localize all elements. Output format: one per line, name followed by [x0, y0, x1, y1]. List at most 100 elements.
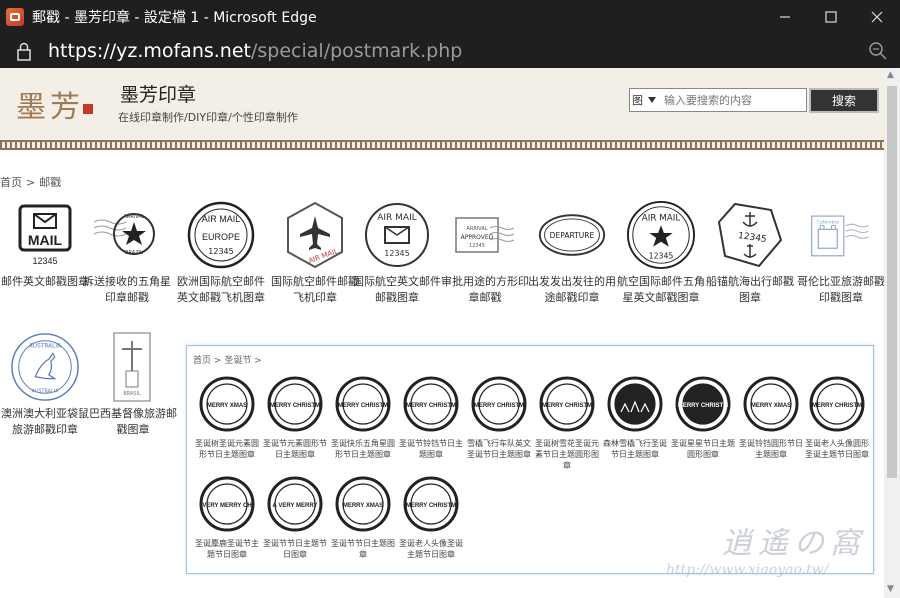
christmas-stamp-card[interactable]: MERRY XMAS 圣诞铃铛圆形节日主题图章	[739, 376, 803, 460]
decorative-border	[0, 140, 884, 150]
stamp-card[interactable]: 12345 船锚航海出行邮戳图章	[705, 200, 795, 306]
card-label: 圣诞星星节日主题圆形图章	[671, 439, 735, 459]
close-button[interactable]	[854, 0, 900, 34]
stamp-text: A VERY MERRY	[273, 503, 318, 509]
stamp-card[interactable]: AIR MAIL EUROPE 12345 欧洲国际航空邮件英文邮戳飞机图章	[176, 200, 266, 306]
stamp-card[interactable]: AIR MAIL 国际航空邮件邮戳飞机印章	[270, 200, 360, 306]
app-icon	[6, 8, 24, 26]
christmas-stamp-icon: MERRY XMAS	[743, 376, 799, 432]
scroll-up-icon[interactable]: ▲	[887, 70, 894, 80]
christmas-stamp-card[interactable]: MERRY XMAS 圣诞节节日主题图章	[331, 476, 395, 560]
minimize-button[interactable]	[762, 0, 808, 34]
christmas-stamp-card[interactable]: MERRY CHRISTM 圣诞节铃铛节日主题图章	[399, 376, 463, 460]
christmas-stamp-card[interactable]: MERRY CHRISTM 圣诞老人头像圆形圣诞主题节日图章	[805, 376, 869, 460]
address-bar[interactable]: https://yz.mofans.net/special/postmark.p…	[0, 34, 900, 68]
svg-text:BRASIL: BRASIL	[123, 391, 141, 397]
chevron-down-icon	[648, 97, 656, 103]
svg-text:AIR MAIL: AIR MAIL	[377, 213, 417, 223]
watermark: 逍遙の窩 http://www.xiaoyao.tw/	[666, 518, 866, 578]
stamp-card[interactable]: MAIL 12345 邮件英文邮戳图章	[0, 200, 90, 290]
stamp-text: MERRY XMAS	[751, 403, 791, 409]
maximize-icon	[825, 11, 837, 23]
card-label: 圣诞铃铛圆形节日主题图章	[739, 439, 803, 459]
watermark-title: 逍遙の窩	[722, 526, 866, 561]
search-button[interactable]: 搜索	[809, 88, 879, 113]
christmas-stamp-card[interactable]: MERRY CHRISTM 圣诞星星节日主题圆形图章	[671, 376, 735, 460]
svg-text:Colombia: Colombia	[817, 220, 839, 226]
card-label: 圣诞节铃铛节日主题图章	[399, 439, 463, 459]
stamp-text: VERY MERRY CH	[202, 503, 251, 509]
card-label: 航空国际邮件五角星英文邮戳图章	[617, 275, 705, 304]
stamp-card[interactable]: ARRIVAL BRAZIL 拆送接收的五角星印章邮戳	[82, 200, 172, 306]
christmas-stamp-card[interactable]: MERRY CHRISTM 圣诞节元素圆形节日主题图章	[263, 376, 327, 460]
svg-text:ARRIVAL: ARRIVAL	[466, 226, 487, 232]
breadcrumb: 首页 > 邮戳	[0, 174, 65, 190]
popup-breadcrumb: 首页 > 圣诞节 >	[193, 353, 262, 366]
christmas-stamp-icon: MERRY CHRISTM	[403, 376, 459, 432]
stamp-text: MERRY CHRISTM	[338, 403, 388, 409]
stamp-text: MERRY CHRISTM	[406, 403, 456, 409]
card-label: 雪橇飞行车队英文圣诞节日主题图章	[467, 439, 531, 459]
card-label: 圣诞节节日主题图章	[331, 539, 395, 559]
breadcrumb-current[interactable]: 邮戳	[39, 176, 61, 189]
zoom-icon[interactable]	[868, 41, 888, 61]
popup-breadcrumb-current[interactable]: 圣诞节	[224, 356, 251, 366]
christmas-stamp-card[interactable]: A VERY MERRY 圣诞节节日主题节日图章	[263, 476, 327, 560]
stamp-card[interactable]: AIR MAIL 12345 国际航空英文邮件邮戳图章	[352, 200, 442, 306]
site-subtitle: 在线印章制作/DIY印章/个性印章制作	[118, 111, 298, 124]
window-titlebar: 郵戳 - 墨芳印章 - 設定檔 1 - Microsoft Edge	[0, 0, 900, 34]
close-icon	[871, 11, 883, 23]
svg-text:BRAZIL: BRAZIL	[125, 250, 143, 256]
site-logo[interactable]: 墨芳	[16, 82, 84, 126]
scroll-down-icon[interactable]: ▼	[887, 584, 894, 594]
card-label: 圣诞树圣诞元素圆形节日主题图章	[195, 439, 259, 459]
christmas-stamp-icon: MERRY XMAS	[335, 476, 391, 532]
airmail-envelope-stamp-icon: AIR MAIL 12345	[362, 200, 432, 270]
stamp-card[interactable]: DEPARTURE 出发发出发往的用途邮戳印章	[527, 200, 617, 306]
popup-breadcrumb-separator: >	[213, 356, 222, 366]
stamp-text: MERRY CHRISTM	[542, 403, 592, 409]
christmas-stamp-icon	[607, 376, 663, 432]
stamp-card[interactable]: Colombia 哥伦比亚旅游邮戳印戳图章	[796, 200, 884, 306]
stamp-card[interactable]: AIR MAIL 12345 航空国际邮件五角星英文邮戳图章	[616, 200, 706, 306]
url-path: /special/postmark.php	[251, 40, 463, 62]
card-label: 审批用途的方形印章邮戳	[441, 275, 529, 304]
svg-text:DEPARTURE: DEPARTURE	[550, 231, 595, 240]
stamp-card[interactable]: AUSTRALIA AUSTRALIA 澳洲澳大利亚袋鼠旅游邮戳印章	[0, 332, 90, 438]
card-label: 澳洲澳大利亚袋鼠旅游邮戳印章	[1, 407, 89, 436]
stamp-card[interactable]: BRASIL 巴西基督像旅游邮戳图章	[88, 332, 178, 438]
card-label: 巴西基督像旅游邮戳图章	[89, 407, 177, 436]
logo-seal-icon	[83, 104, 93, 114]
anchor-stamp-icon: 12345	[715, 200, 785, 270]
search-input[interactable]	[664, 91, 804, 109]
vertical-scrollbar[interactable]: ▲ ▼	[884, 68, 900, 598]
popup-breadcrumb-home[interactable]: 首页	[193, 356, 211, 366]
christmas-stamp-card[interactable]: 森林雪橇飞行圣诞节日主题图章	[603, 376, 667, 460]
svg-text:AUSTRALIA: AUSTRALIA	[29, 344, 61, 350]
search-type-select[interactable]: 图	[632, 92, 646, 108]
scrollbar-thumb[interactable]	[887, 86, 897, 478]
christmas-stamp-card[interactable]: MERRY CHRISTM 圣诞快乐五角星圆形节日主题图章	[331, 376, 395, 460]
christmas-stamp-card[interactable]: MERRY XMAS 圣诞树圣诞元素圆形节日主题图章	[195, 376, 259, 460]
svg-text:12345: 12345	[32, 256, 57, 266]
brazil-stamp-icon: BRASIL	[98, 332, 168, 402]
card-label: 圣诞老人头像圆形圣诞主题节日图章	[805, 439, 869, 459]
christmas-stamp-card[interactable]: MERRY CHRISTM 圣诞树雪花圣诞元素节日主题圆形图章	[535, 376, 599, 471]
card-label: 邮件英文邮戳图章	[1, 275, 89, 288]
stamp-card[interactable]: ARRIVAL APPROVED 12345 审批用途的方形印章邮戳	[440, 200, 530, 306]
approved-stamp-icon: ARRIVAL APPROVED 12345	[450, 200, 520, 270]
maximize-button[interactable]	[808, 0, 854, 34]
card-label: 船锚航海出行邮戳图章	[706, 275, 794, 304]
card-label: 欧洲国际航空邮件英文邮戳飞机图章	[177, 275, 265, 304]
christmas-stamp-card[interactable]: VERY MERRY CH 圣诞麋鹿圣诞节主题节日图章	[195, 476, 259, 560]
svg-text:12345: 12345	[737, 231, 767, 245]
breadcrumb-home[interactable]: 首页	[0, 176, 22, 189]
christmas-stamp-card[interactable]: MERRY CHRISTM 圣诞老人头像圣诞主题节日图章	[399, 476, 463, 560]
christmas-stamp-icon: MERRY CHRISTM	[403, 476, 459, 532]
card-label: 圣诞快乐五角星圆形节日主题图章	[331, 439, 395, 459]
christmas-stamp-icon: MERRY CHRISTM	[675, 376, 731, 432]
svg-text:MAIL: MAIL	[28, 232, 63, 248]
christmas-stamp-card[interactable]: MERRY CHRISTM 雪橇飞行车队英文圣诞节日主题图章	[467, 376, 531, 460]
site-title[interactable]: 墨芳印章	[120, 80, 196, 107]
christmas-stamp-icon: MERRY CHRISTM	[335, 376, 391, 432]
